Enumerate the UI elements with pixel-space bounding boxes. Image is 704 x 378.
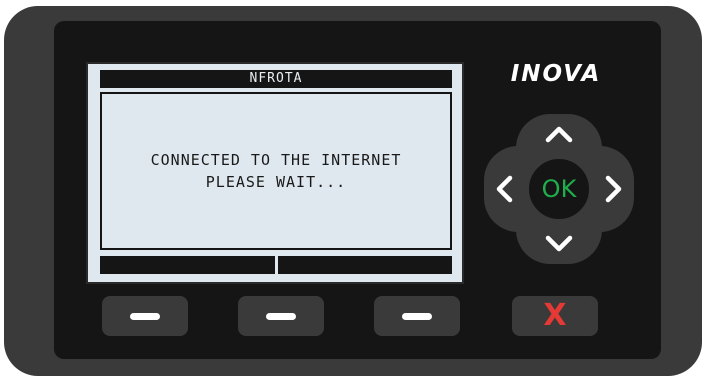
softkey-label-left bbox=[100, 256, 275, 274]
message-line-1: CONNECTED TO THE INTERNET bbox=[150, 151, 402, 169]
soft-key-1[interactable] bbox=[102, 296, 188, 336]
chevron-left-icon bbox=[494, 175, 514, 203]
soft-key-3[interactable] bbox=[374, 296, 460, 336]
chevron-down-icon bbox=[545, 234, 573, 254]
dash-icon bbox=[130, 312, 160, 320]
lcd-screen: NFROTA CONNECTED TO THE INTERNET PLEASE … bbox=[86, 62, 464, 284]
cancel-button[interactable]: X bbox=[512, 296, 598, 336]
ok-button[interactable]: OK bbox=[524, 154, 594, 224]
softkey-label-bar bbox=[100, 256, 452, 274]
cancel-x-label: X bbox=[543, 298, 567, 333]
chevron-right-icon bbox=[604, 175, 624, 203]
message-area: CONNECTED TO THE INTERNET PLEASE WAIT... bbox=[100, 92, 452, 250]
soft-key-2[interactable] bbox=[238, 296, 324, 336]
message-line-2: PLEASE WAIT... bbox=[205, 173, 347, 191]
dash-icon bbox=[402, 312, 432, 320]
chevron-up-icon bbox=[545, 124, 573, 144]
softkey-label-right bbox=[277, 256, 452, 274]
brand-logo: INOVA bbox=[510, 61, 602, 87]
navigation-pad: OK bbox=[484, 114, 634, 264]
screen-title: NFROTA bbox=[100, 70, 452, 88]
dash-icon bbox=[266, 312, 296, 320]
